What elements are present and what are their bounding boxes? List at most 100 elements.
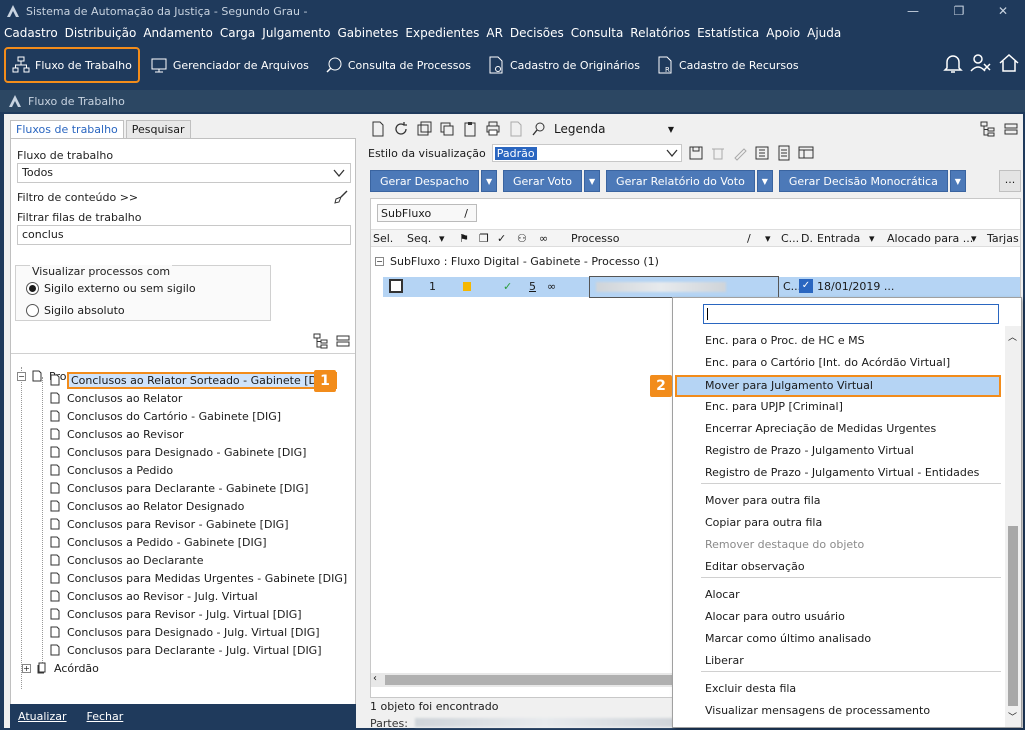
context-menu-item[interactable]: Enc. para o Proc. de HC e MS: [705, 334, 865, 347]
tab-pesquisar[interactable]: Pesquisar: [125, 120, 191, 139]
gerar-despacho-dropdown[interactable]: ▼: [481, 170, 498, 192]
tree-node-fila[interactable]: Conclusos a Pedido: [50, 461, 173, 479]
estilo-select[interactable]: Padrão: [491, 144, 682, 162]
tree-expand-icon[interactable]: [313, 333, 329, 349]
scroll-left-icon[interactable]: ‹: [373, 673, 377, 684]
col-c[interactable]: C...: [781, 232, 799, 245]
menu-ar[interactable]: AR: [486, 26, 503, 40]
context-menu-item[interactable]: Alocar: [705, 588, 740, 601]
table-row[interactable]: 1 ✓ 5 ∞ C... ✓ 18/01/2019 ...: [383, 276, 1020, 298]
gerar-decisao-dropdown[interactable]: ▼: [949, 170, 966, 192]
fechar-button[interactable]: Fechar: [87, 710, 124, 723]
context-menu-item[interactable]: Liberar: [705, 654, 744, 667]
row-processo-cell[interactable]: [589, 276, 779, 298]
gerar-relatorio-dropdown[interactable]: ▼: [756, 170, 773, 192]
tree-node-acordao[interactable]: + Acórdão: [22, 659, 99, 677]
tree-node-fila[interactable]: Conclusos para Designado - Julg. Virtual…: [50, 623, 320, 641]
gerar-despacho-button[interactable]: Gerar Despacho: [370, 170, 480, 192]
columns-icon[interactable]: [798, 145, 814, 161]
consulta-de-processos-button[interactable]: Consulta de Processos: [319, 47, 477, 83]
tree-node-fila[interactable]: Conclusos para Revisor - Julg. Virtual […: [50, 605, 302, 623]
copy-icon[interactable]: [439, 121, 455, 137]
menu-consulta[interactable]: Consulta: [571, 26, 624, 40]
collapse-icon[interactable]: −: [17, 371, 26, 381]
gerenciador-de-arquivos-button[interactable]: Gerenciador de Arquivos: [144, 47, 315, 83]
menu-andamento[interactable]: Andamento: [143, 26, 213, 40]
more-button[interactable]: ...: [999, 170, 1021, 192]
col-alocado[interactable]: Alocado para ...: [887, 232, 973, 245]
tree-node-fila[interactable]: Conclusos para Medidas Urgentes - Gabine…: [50, 569, 347, 587]
menu-distribuicao[interactable]: Distribuição: [65, 26, 137, 40]
home-icon[interactable]: [998, 52, 1020, 74]
tree-node-fila[interactable]: Conclusos a Pedido - Gabinete [DIG]: [50, 533, 267, 551]
context-menu-item[interactable]: Enc. para o Cartório [Int. do Acórdão Vi…: [705, 356, 950, 369]
tree-node-fila[interactable]: Conclusos ao Declarante: [50, 551, 204, 569]
atualizar-button[interactable]: Atualizar: [18, 710, 67, 723]
cadastro-de-recursos-button[interactable]: R Cadastro de Recursos: [650, 47, 805, 83]
tab-fluxos-de-trabalho[interactable]: Fluxos de trabalho: [10, 120, 124, 139]
gerar-relatorio-button[interactable]: Gerar Relatório do Voto: [606, 170, 755, 192]
print-icon[interactable]: [485, 121, 501, 137]
tree-node-fila[interactable]: Conclusos ao Revisor: [50, 425, 184, 443]
tree-node-fila[interactable]: Conclusos ao Revisor - Julg. Virtual: [50, 587, 258, 605]
refresh-icon[interactable]: [393, 121, 409, 137]
menu-cadastro[interactable]: Cadastro: [4, 26, 58, 40]
maximize-button[interactable]: ❐: [936, 0, 982, 22]
row-d-checkbox[interactable]: ✓: [799, 279, 813, 293]
magnifier-document-icon[interactable]: [531, 121, 547, 137]
tree-node-fila[interactable]: Conclusos para Declarante - Gabinete [DI…: [50, 479, 308, 497]
context-menu-search-input[interactable]: [703, 304, 999, 324]
fluxo-select[interactable]: Todos: [17, 163, 351, 183]
context-menu-item[interactable]: Excluir desta fila: [705, 682, 796, 695]
gerar-voto-dropdown[interactable]: ▼: [584, 170, 601, 192]
filtro-conteudo-link[interactable]: Filtro de conteúdo >>: [17, 191, 138, 204]
col-d[interactable]: D.: [801, 232, 813, 245]
col-seq[interactable]: Seq.: [407, 232, 431, 245]
scroll-up-icon[interactable]: ︿: [1008, 330, 1017, 343]
context-menu-item[interactable]: Registro de Prazo - Julgamento Virtual -…: [705, 466, 979, 479]
col-sel[interactable]: Sel.: [373, 232, 393, 245]
collapse-icon[interactable]: −: [375, 257, 384, 266]
minimize-button[interactable]: —: [890, 0, 936, 22]
tree-node-fila[interactable]: Conclusos para Declarante - Julg. Virtua…: [50, 641, 322, 659]
menu-relatorios[interactable]: Relatórios: [630, 26, 690, 40]
subfluxo-group-row[interactable]: − SubFluxo : Fluxo Digital - Gabinete - …: [375, 255, 659, 268]
clipboard-icon[interactable]: [462, 121, 478, 137]
filtrar-filas-input[interactable]: conclus: [17, 225, 351, 245]
tree-node-fila[interactable]: Conclusos ao Relator Designado: [50, 497, 244, 515]
context-menu-item[interactable]: Marcar como último analisado: [705, 632, 871, 645]
radio-sigilo-externo[interactable]: Sigilo externo ou sem sigilo: [26, 282, 196, 295]
context-menu-scrollbar[interactable]: ︿ ﹀: [1005, 326, 1021, 727]
col-processo-filter[interactable]: ▾: [765, 232, 771, 245]
context-menu-item[interactable]: Visualizar mensagens de processamento: [705, 704, 930, 717]
scroll-down-icon[interactable]: ﹀: [1008, 710, 1017, 723]
bell-icon[interactable]: [942, 52, 964, 74]
tree-expand-icon[interactable]: [980, 121, 996, 137]
tree-node-fila[interactable]: Conclusos para Designado - Gabinete [DIG…: [50, 443, 306, 461]
gerar-voto-button[interactable]: Gerar Voto: [503, 170, 583, 192]
save-icon[interactable]: [688, 145, 704, 161]
col-entrada[interactable]: Entrada: [817, 232, 860, 245]
menu-apoio[interactable]: Apoio: [766, 26, 800, 40]
menu-estatistica[interactable]: Estatística: [697, 26, 759, 40]
list-icon[interactable]: [776, 145, 792, 161]
new-document-icon[interactable]: [370, 121, 386, 137]
context-menu-item[interactable]: Editar observação: [705, 560, 805, 573]
menu-ajuda[interactable]: Ajuda: [807, 26, 841, 40]
row-count[interactable]: 5: [529, 280, 536, 293]
fluxo-de-trabalho-button[interactable]: Fluxo de Trabalho: [4, 47, 140, 83]
menu-decisoes[interactable]: Decisões: [510, 26, 564, 40]
select-all-icon[interactable]: [416, 121, 432, 137]
scrollbar-thumb[interactable]: [1008, 526, 1018, 706]
col-seq-filter[interactable]: ▾: [439, 232, 445, 245]
col-processo[interactable]: Processo: [571, 232, 619, 245]
row-checkbox[interactable]: [389, 279, 403, 293]
tree-node-fila[interactable]: Conclusos do Cartório - Gabinete [DIG]: [50, 407, 281, 425]
horizontal-scrollbar[interactable]: ‹: [371, 673, 681, 687]
users-icon[interactable]: [970, 52, 992, 74]
scrollbar-thumb[interactable]: [385, 675, 675, 685]
context-menu-item[interactable]: Mover para Julgamento Virtual: [675, 375, 1001, 397]
legenda-dropdown[interactable]: Legenda ▼: [554, 122, 674, 136]
menu-julgamento[interactable]: Julgamento: [262, 26, 330, 40]
tree-collapse-icon[interactable]: [1003, 121, 1019, 137]
